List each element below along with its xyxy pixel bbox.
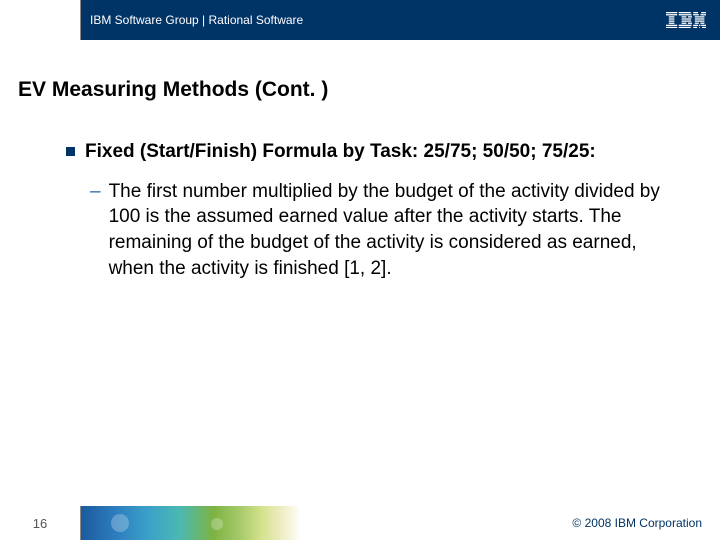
header-divider bbox=[80, 0, 81, 40]
ibm-logo-icon bbox=[666, 12, 706, 28]
sub-bullet-text: The first number multiplied by the budge… bbox=[109, 179, 672, 282]
footer-right: © 2008 IBM Corporation bbox=[301, 506, 720, 540]
page-number: 16 bbox=[33, 516, 47, 531]
dash-bullet-icon: – bbox=[90, 179, 101, 205]
footer-decorative-image bbox=[81, 506, 301, 540]
bullet-block: Fixed (Start/Finish) Formula by Task: 25… bbox=[66, 140, 672, 281]
header-bar: IBM Software Group | Rational Software bbox=[0, 0, 720, 40]
bullet-item: Fixed (Start/Finish) Formula by Task: 25… bbox=[66, 140, 672, 165]
footer-strip: © 2008 IBM Corporation bbox=[81, 506, 720, 540]
header-title: IBM Software Group | Rational Software bbox=[90, 13, 303, 27]
slide-title: EV Measuring Methods (Cont. ) bbox=[18, 78, 702, 102]
copyright-text: © 2008 IBM Corporation bbox=[572, 516, 702, 530]
header-main: IBM Software Group | Rational Software bbox=[80, 0, 720, 40]
slide-content: EV Measuring Methods (Cont. ) Fixed (Sta… bbox=[18, 78, 702, 281]
header-left-spacer bbox=[0, 0, 80, 40]
page-number-cell: 16 bbox=[0, 506, 80, 540]
bullet-text: Fixed (Start/Finish) Formula by Task: 25… bbox=[85, 140, 596, 165]
sub-bullet-item: – The first number multiplied by the bud… bbox=[90, 179, 672, 282]
footer-bar: 16 © 2008 IBM Corporation bbox=[0, 506, 720, 540]
square-bullet-icon bbox=[66, 147, 75, 156]
slide: IBM Software Group | Rational Software bbox=[0, 0, 720, 540]
